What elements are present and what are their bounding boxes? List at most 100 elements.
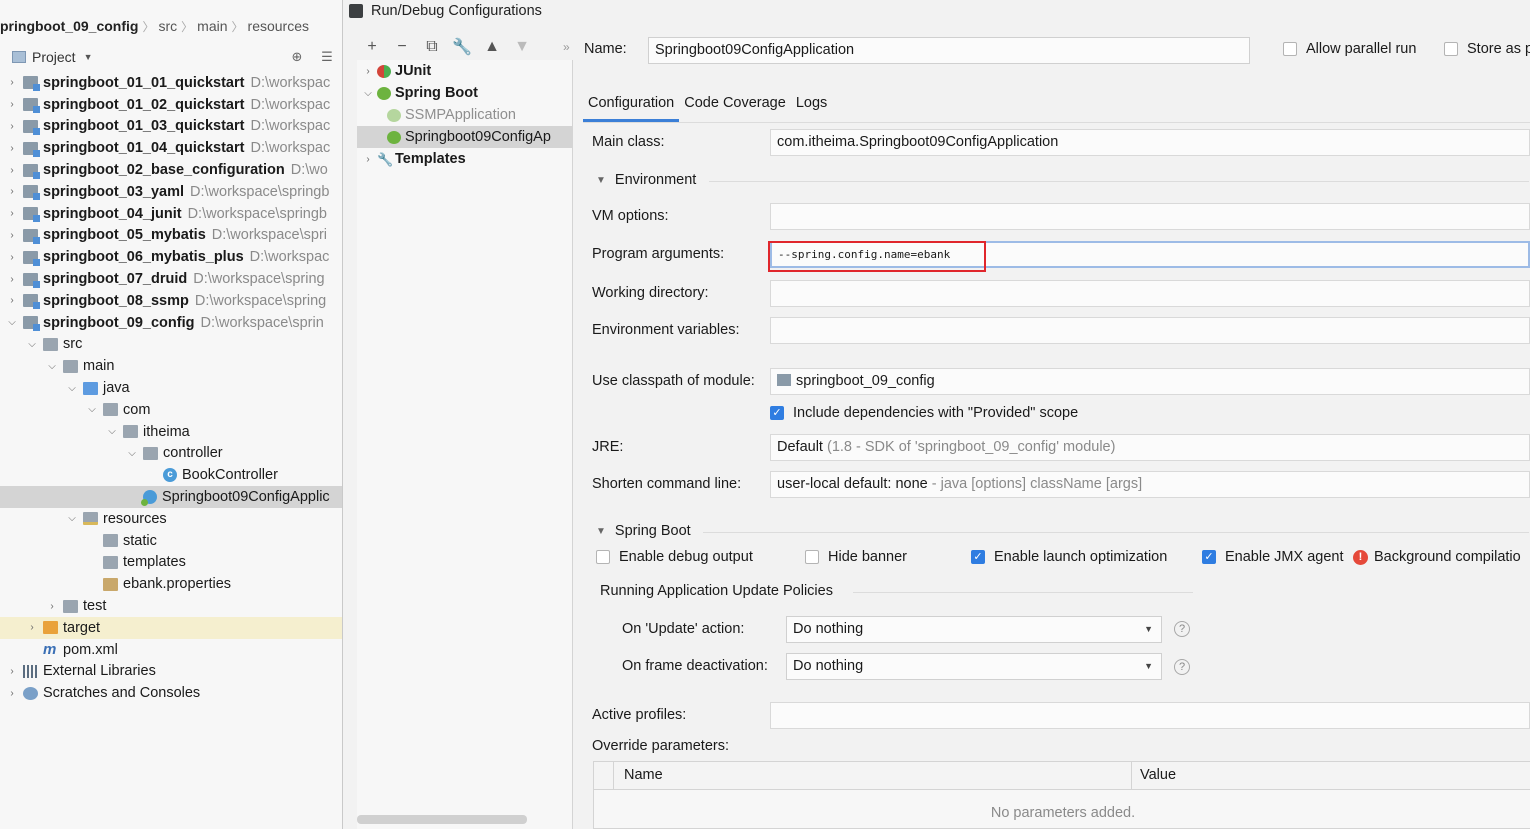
- breadcrumb-item[interactable]: main: [193, 18, 231, 34]
- chevron-right-icon[interactable]: ›: [45, 601, 59, 612]
- column-value[interactable]: Value: [1131, 762, 1176, 790]
- more-chevron-icon[interactable]: »: [563, 40, 570, 54]
- main-class-field[interactable]: com.itheima.Springboot09ConfigApplicatio…: [770, 129, 1530, 156]
- config-tree-item[interactable]: › 🔧 Templates: [357, 148, 572, 170]
- on-frame-select[interactable]: Do nothing ▼: [786, 653, 1162, 680]
- tree-item[interactable]: › springboot_06_mybatis_plus D:\workspac: [0, 246, 342, 268]
- move-up-icon[interactable]: ▲: [477, 38, 507, 56]
- include-dependencies-checkbox[interactable]: ✓ Include dependencies with "Provided" s…: [770, 405, 1078, 421]
- vm-options-field[interactable]: [770, 203, 1530, 230]
- on-update-select[interactable]: Do nothing ▼: [786, 616, 1162, 643]
- jre-field[interactable]: Default (1.8 - SDK of 'springboot_09_con…: [770, 434, 1530, 461]
- name-field[interactable]: Springboot09ConfigApplication: [648, 37, 1250, 64]
- chevron-down-icon[interactable]: ⌵: [5, 317, 19, 328]
- chevron-right-icon[interactable]: ›: [5, 274, 19, 285]
- collapse-triangle-icon[interactable]: ▼: [596, 175, 606, 186]
- dropdown-arrow-icon[interactable]: ▼: [1144, 617, 1153, 642]
- debug-output-checkbox[interactable]: Enable debug output: [596, 549, 753, 565]
- tree-item[interactable]: m pom.xml: [0, 639, 342, 661]
- checkbox-checked-icon[interactable]: ✓: [1202, 550, 1216, 564]
- tree-item[interactable]: › External Libraries: [0, 661, 342, 683]
- tree-item[interactable]: › springboot_01_04_quickstart D:\workspac: [0, 137, 342, 159]
- classpath-module-select[interactable]: springboot_09_config: [770, 368, 1530, 395]
- config-tree-scrollbar[interactable]: [357, 815, 527, 824]
- tree-item[interactable]: ⌵ src: [0, 334, 342, 356]
- tree-item[interactable]: ⌵ resources: [0, 508, 342, 530]
- collapse-triangle-icon[interactable]: ▼: [596, 526, 606, 537]
- config-tree-item[interactable]: SSMPApplication: [357, 104, 572, 126]
- tree-item[interactable]: › test: [0, 595, 342, 617]
- checkbox-box[interactable]: [1444, 42, 1458, 56]
- active-profiles-field[interactable]: [770, 702, 1530, 729]
- help-icon[interactable]: ?: [1174, 659, 1190, 675]
- chevron-down-icon[interactable]: ⌵: [85, 404, 99, 415]
- locate-icon[interactable]: ⊕: [288, 48, 306, 66]
- chevron-down-icon[interactable]: ⌵: [125, 448, 139, 459]
- chevron-right-icon[interactable]: ›: [25, 622, 39, 633]
- tree-item[interactable]: ⌵ main: [0, 355, 342, 377]
- tree-item[interactable]: ⌵ springboot_09_config D:\workspace\sprin: [0, 312, 342, 334]
- chevron-down-icon[interactable]: ⌵: [359, 88, 377, 99]
- store-as-file-checkbox[interactable]: Store as p: [1444, 41, 1530, 57]
- chevron-down-icon[interactable]: ▼: [84, 52, 93, 62]
- tab-code-coverage[interactable]: Code Coverage: [679, 92, 791, 122]
- tree-item[interactable]: › springboot_01_03_quickstart D:\workspac: [0, 116, 342, 138]
- chevron-down-icon[interactable]: ⌵: [45, 361, 59, 372]
- chevron-right-icon[interactable]: ›: [5, 688, 19, 699]
- chevron-right-icon[interactable]: ›: [5, 208, 19, 219]
- chevron-right-icon[interactable]: ›: [5, 252, 19, 263]
- chevron-down-icon[interactable]: ⌵: [65, 513, 79, 524]
- tree-item[interactable]: › Scratches and Consoles: [0, 682, 342, 704]
- wrench-icon[interactable]: 🔧: [447, 37, 477, 57]
- tree-item[interactable]: › target: [0, 616, 342, 639]
- remove-icon[interactable]: −: [387, 38, 417, 56]
- checkbox-box[interactable]: [1283, 42, 1297, 56]
- chevron-right-icon[interactable]: ›: [5, 186, 19, 197]
- dropdown-arrow-icon[interactable]: ▼: [1144, 654, 1153, 679]
- breadcrumb-item[interactable]: pringboot_09_config: [0, 18, 142, 34]
- tree-item[interactable]: ebank.properties: [0, 573, 342, 595]
- tree-item[interactable]: Springboot09ConfigApplic: [0, 486, 342, 508]
- add-icon[interactable]: +: [357, 38, 387, 56]
- chevron-right-icon[interactable]: ›: [5, 77, 19, 88]
- column-name[interactable]: Name: [624, 767, 663, 783]
- chevron-right-icon[interactable]: ›: [359, 154, 377, 165]
- chevron-right-icon[interactable]: ›: [5, 143, 19, 154]
- checkbox-checked-icon[interactable]: ✓: [971, 550, 985, 564]
- tree-item[interactable]: › springboot_07_druid D:\workspace\spring: [0, 268, 342, 290]
- collapse-all-icon[interactable]: ☰: [318, 48, 336, 66]
- chevron-right-icon[interactable]: ›: [5, 230, 19, 241]
- chevron-right-icon[interactable]: ›: [5, 99, 19, 110]
- tab-configuration[interactable]: Configuration: [583, 92, 680, 122]
- shorten-command-line-select[interactable]: user-local default: none - java [options…: [770, 471, 1530, 498]
- copy-icon[interactable]: ⧉: [417, 38, 447, 56]
- tree-item[interactable]: › springboot_03_yaml D:\workspace\springb: [0, 181, 342, 203]
- jmx-agent-checkbox[interactable]: ✓ Enable JMX agent: [1202, 549, 1344, 565]
- tree-item[interactable]: ⌵ java: [0, 377, 342, 399]
- move-down-icon[interactable]: ▼: [507, 38, 537, 56]
- tree-item[interactable]: ⌵ itheima: [0, 421, 342, 443]
- project-view-selector[interactable]: Project: [32, 49, 76, 65]
- breadcrumb-item[interactable]: resources: [244, 18, 313, 34]
- chevron-right-icon[interactable]: ›: [359, 66, 377, 77]
- chevron-right-icon[interactable]: ›: [5, 165, 19, 176]
- allow-parallel-checkbox[interactable]: Allow parallel run: [1283, 41, 1416, 57]
- chevron-right-icon[interactable]: ›: [5, 121, 19, 132]
- environment-variables-field[interactable]: [770, 317, 1530, 344]
- tree-item[interactable]: templates: [0, 552, 342, 574]
- chevron-right-icon[interactable]: ›: [5, 295, 19, 306]
- tree-item[interactable]: › springboot_01_02_quickstart D:\workspac: [0, 94, 342, 116]
- tree-item[interactable]: › springboot_08_ssmp D:\workspace\spring: [0, 290, 342, 312]
- config-tree-item[interactable]: Springboot09ConfigAp: [357, 126, 572, 148]
- checkbox-box[interactable]: [596, 550, 610, 564]
- tab-logs[interactable]: Logs: [791, 92, 832, 122]
- tree-item[interactable]: › springboot_01_01_quickstart D:\workspac: [0, 72, 342, 94]
- working-directory-field[interactable]: [770, 280, 1530, 307]
- chevron-down-icon[interactable]: ⌵: [65, 383, 79, 394]
- chevron-down-icon[interactable]: ⌵: [25, 339, 39, 350]
- tree-item[interactable]: › springboot_04_junit D:\workspace\springb: [0, 203, 342, 225]
- tree-item[interactable]: › springboot_02_base_configuration D:\wo: [0, 159, 342, 181]
- config-tree-item[interactable]: ⌵ Spring Boot: [357, 82, 572, 104]
- chevron-down-icon[interactable]: ⌵: [105, 426, 119, 437]
- chevron-right-icon[interactable]: ›: [5, 666, 19, 677]
